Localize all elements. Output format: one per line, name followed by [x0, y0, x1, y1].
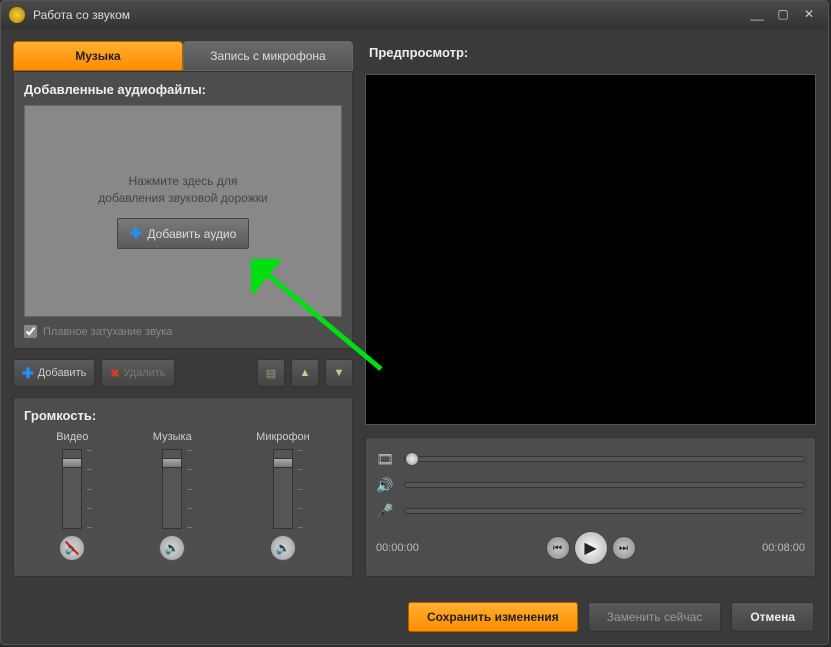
video-track-slider[interactable] — [404, 456, 805, 462]
close-button[interactable]: ✕ — [798, 7, 820, 23]
track-audio: 🔊 — [376, 472, 805, 498]
volume-video-column: Видео 🔊 — [56, 431, 88, 561]
volume-music-column: Музыка 🔊 — [153, 431, 192, 561]
fade-checkbox-row[interactable]: Плавное затухание звука — [24, 325, 342, 338]
arrow-up-icon: ▲ — [300, 367, 311, 379]
drop-hint: Нажмите здесь для добавления звуковой до… — [98, 173, 267, 207]
volume-label: Микрофон — [256, 431, 310, 443]
video-preview — [365, 74, 816, 425]
speaker-icon: 🔊 — [376, 477, 394, 494]
track-mic: 🎤 — [376, 498, 805, 524]
titlebar: Работа со звуком __ ▢ ✕ — [1, 1, 828, 29]
tab-music[interactable]: Музыка — [13, 41, 183, 71]
fade-checkbox[interactable] — [24, 325, 37, 338]
volume-video-slider[interactable] — [62, 449, 82, 529]
volume-mic-slider[interactable] — [273, 449, 293, 529]
doc-icon: ▤ — [266, 367, 276, 380]
mic-track-slider[interactable] — [404, 508, 805, 514]
save-changes-button[interactable]: Сохранить изменения — [408, 602, 578, 632]
arrow-down-icon: ▼ — [334, 367, 345, 379]
tracks-panel: 🎞 🔊 🎤 00:00:00 ⏮ ▶ ⏭ — [365, 437, 816, 577]
volume-panel: Громкость: Видео 🔊 Музыка 🔊 Микрофон — [13, 397, 353, 577]
move-up-button[interactable]: ▲ — [291, 359, 319, 387]
time-current: 00:00:00 — [376, 542, 419, 554]
mute-mic-button[interactable]: 🔊 — [270, 535, 296, 561]
delete-button[interactable]: ✖Удалить — [101, 359, 174, 387]
next-button[interactable]: ⏭ — [612, 536, 636, 560]
save-list-button[interactable]: ▤ — [257, 359, 285, 387]
minimize-button[interactable]: __ — [746, 7, 768, 23]
time-total: 00:08:00 — [762, 542, 805, 554]
move-down-button[interactable]: ▼ — [325, 359, 353, 387]
play-button[interactable]: ▶ — [574, 531, 608, 565]
audio-drop-area[interactable]: Нажмите здесь для добавления звуковой до… — [24, 105, 342, 317]
preview-title: Предпросмотр: — [369, 45, 816, 60]
mute-video-button[interactable]: 🔊 — [59, 535, 85, 561]
volume-label: Музыка — [153, 431, 192, 443]
tab-bar: Музыка Запись с микрофона — [13, 41, 353, 71]
x-icon: ✖ — [110, 367, 119, 380]
audio-files-panel: Добавленные аудиофайлы: Нажмите здесь дл… — [13, 71, 353, 349]
maximize-button[interactable]: ▢ — [772, 7, 794, 23]
window-title: Работа со звуком — [33, 8, 742, 22]
audio-track-slider[interactable] — [404, 482, 805, 488]
volume-music-slider[interactable] — [162, 449, 182, 529]
audio-toolbar: ✚Добавить ✖Удалить ▤ ▲ ▼ — [13, 359, 353, 387]
playback-row: 00:00:00 ⏮ ▶ ⏭ 00:08:00 — [376, 528, 805, 568]
volume-mic-column: Микрофон 🔊 — [256, 431, 310, 561]
mic-icon: 🎤 — [376, 503, 394, 520]
prev-button[interactable]: ⏮ — [546, 536, 570, 560]
plus-icon: ✚ — [22, 365, 34, 382]
footer-buttons: Сохранить изменения Заменить сейчас Отме… — [408, 602, 814, 632]
cancel-button[interactable]: Отмена — [731, 602, 814, 632]
add-audio-button[interactable]: ✚ Добавить аудио — [117, 218, 250, 249]
volume-label: Видео — [56, 431, 88, 443]
volume-title: Громкость: — [24, 408, 342, 423]
track-video: 🎞 — [376, 446, 805, 472]
add-button[interactable]: ✚Добавить — [13, 359, 95, 387]
audio-files-title: Добавленные аудиофайлы: — [24, 82, 342, 97]
tab-mic-record[interactable]: Запись с микрофона — [183, 41, 353, 71]
mute-music-button[interactable]: 🔊 — [159, 535, 185, 561]
plus-icon: ✚ — [130, 225, 142, 242]
replace-now-button[interactable]: Заменить сейчас — [588, 602, 722, 632]
film-icon: 🎞 — [376, 451, 394, 468]
app-icon — [9, 7, 25, 23]
